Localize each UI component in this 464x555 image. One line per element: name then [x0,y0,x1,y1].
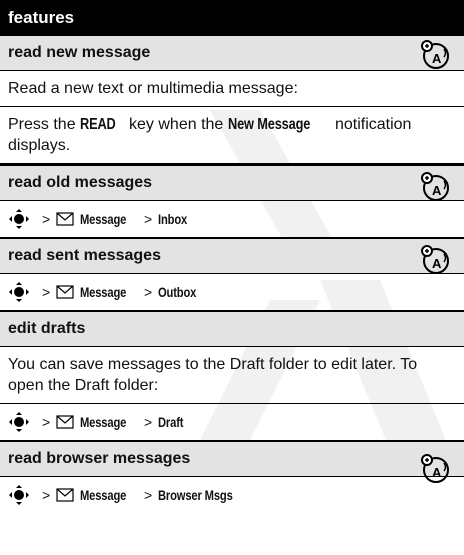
read-key-label: READ [80,116,116,133]
nav-key-icon [9,485,29,505]
section-title: read new message [0,36,464,71]
menu-path: > Message > Inbox [0,201,464,237]
envelope-icon [56,285,74,299]
menu-draft: Draft [158,414,184,430]
section-title: edit drafts [0,312,464,347]
menu-path: > Message > Browser Msgs [0,477,464,513]
section-title: read old messages [0,166,464,201]
nav-key-icon [9,282,29,302]
svg-text:A: A [432,51,442,66]
menu-message: Message [80,284,127,300]
network-feature-icon: A [421,454,449,483]
menu-message: Message [80,211,127,227]
section-read-old-messages: read old messages > Message > Inbox A [0,166,464,239]
section-title: read browser messages [0,442,464,477]
menu-message: Message [80,487,127,503]
section-instructions: Press the READ key when the New Message … [0,107,464,164]
nav-key-icon [9,209,29,229]
new-message-label: New Message [227,116,310,133]
menu-path: > Message > Draft [0,404,464,440]
network-feature-icon: A [421,245,449,274]
menu-inbox: Inbox [158,211,188,227]
menu-message: Message [80,414,127,430]
menu-path: > Message > Outbox [0,274,464,310]
section-edit-drafts: edit drafts You can save messages to the… [0,312,464,442]
section-read-new-message: read new message Read a new text or mult… [0,36,464,166]
svg-text:A: A [432,256,442,271]
section-intro: You can save messages to the Draft folde… [0,347,464,404]
svg-text:A: A [432,183,442,198]
section-title: read sent messages [0,239,464,274]
section-intro: Read a new text or multimedia message: [0,71,464,107]
section-read-browser-messages: read browser messages > Message > Browse… [0,442,464,513]
nav-key-icon [9,412,29,432]
envelope-icon [56,212,74,226]
section-read-sent-messages: read sent messages > Message > Outbox A [0,239,464,312]
menu-outbox: Outbox [158,284,197,300]
menu-browser-msgs: Browser Msgs [158,487,233,503]
table-header: features [0,0,464,36]
network-feature-icon: A [421,172,449,201]
envelope-icon [56,488,74,502]
network-feature-icon: A [421,40,449,69]
envelope-icon [56,415,74,429]
svg-text:A: A [432,465,442,480]
features-table: features read new message Read a new tex… [0,0,464,513]
